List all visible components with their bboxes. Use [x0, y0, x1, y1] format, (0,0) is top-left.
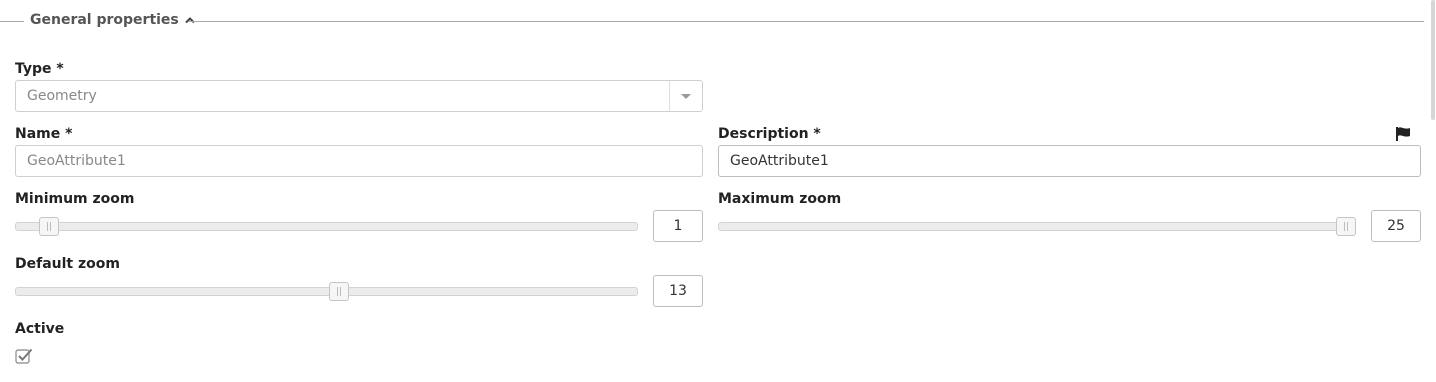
chevron-up-icon[interactable]: [185, 16, 195, 24]
default-zoom-slider[interactable]: [15, 287, 638, 296]
name-input-value: GeoAttribute1: [27, 153, 126, 169]
scrollbar-thumb[interactable]: [1431, 0, 1435, 120]
active-label: Active: [15, 321, 65, 337]
checkbox-checked-icon: [15, 348, 33, 364]
description-input[interactable]: GeoAttribute1: [718, 145, 1421, 177]
dropdown-arrow[interactable]: [669, 81, 702, 111]
description-label: Description *: [718, 126, 821, 142]
chevron-down-icon: [681, 93, 691, 99]
default-zoom-slider-handle[interactable]: [329, 282, 349, 301]
name-label: Name *: [15, 126, 73, 142]
min-zoom-slider-handle[interactable]: [39, 217, 59, 236]
name-input[interactable]: GeoAttribute1: [15, 145, 703, 177]
min-zoom-value[interactable]: 1: [653, 210, 703, 242]
section-title: General properties: [30, 12, 179, 28]
type-select-value: Geometry: [27, 88, 97, 104]
section-header: General properties: [0, 10, 1424, 32]
min-zoom-slider[interactable]: [15, 222, 638, 231]
max-zoom-slider[interactable]: [718, 222, 1356, 231]
default-zoom-value[interactable]: 13: [653, 275, 703, 307]
description-input-value: GeoAttribute1: [730, 153, 829, 169]
divider: [0, 21, 24, 22]
max-zoom-slider-handle[interactable]: [1336, 217, 1356, 236]
default-zoom-label: Default zoom: [15, 256, 120, 272]
type-label: Type *: [15, 61, 64, 77]
divider: [188, 21, 1424, 22]
flag-icon[interactable]: [1395, 126, 1411, 146]
min-zoom-label: Minimum zoom: [15, 191, 135, 207]
max-zoom-value[interactable]: 25: [1371, 210, 1421, 242]
section-toggle[interactable]: General properties: [30, 12, 195, 28]
max-zoom-label: Maximum zoom: [718, 191, 842, 207]
active-checkbox[interactable]: [15, 347, 33, 368]
scrollbar[interactable]: [1430, 0, 1436, 382]
type-select[interactable]: Geometry: [15, 80, 703, 112]
